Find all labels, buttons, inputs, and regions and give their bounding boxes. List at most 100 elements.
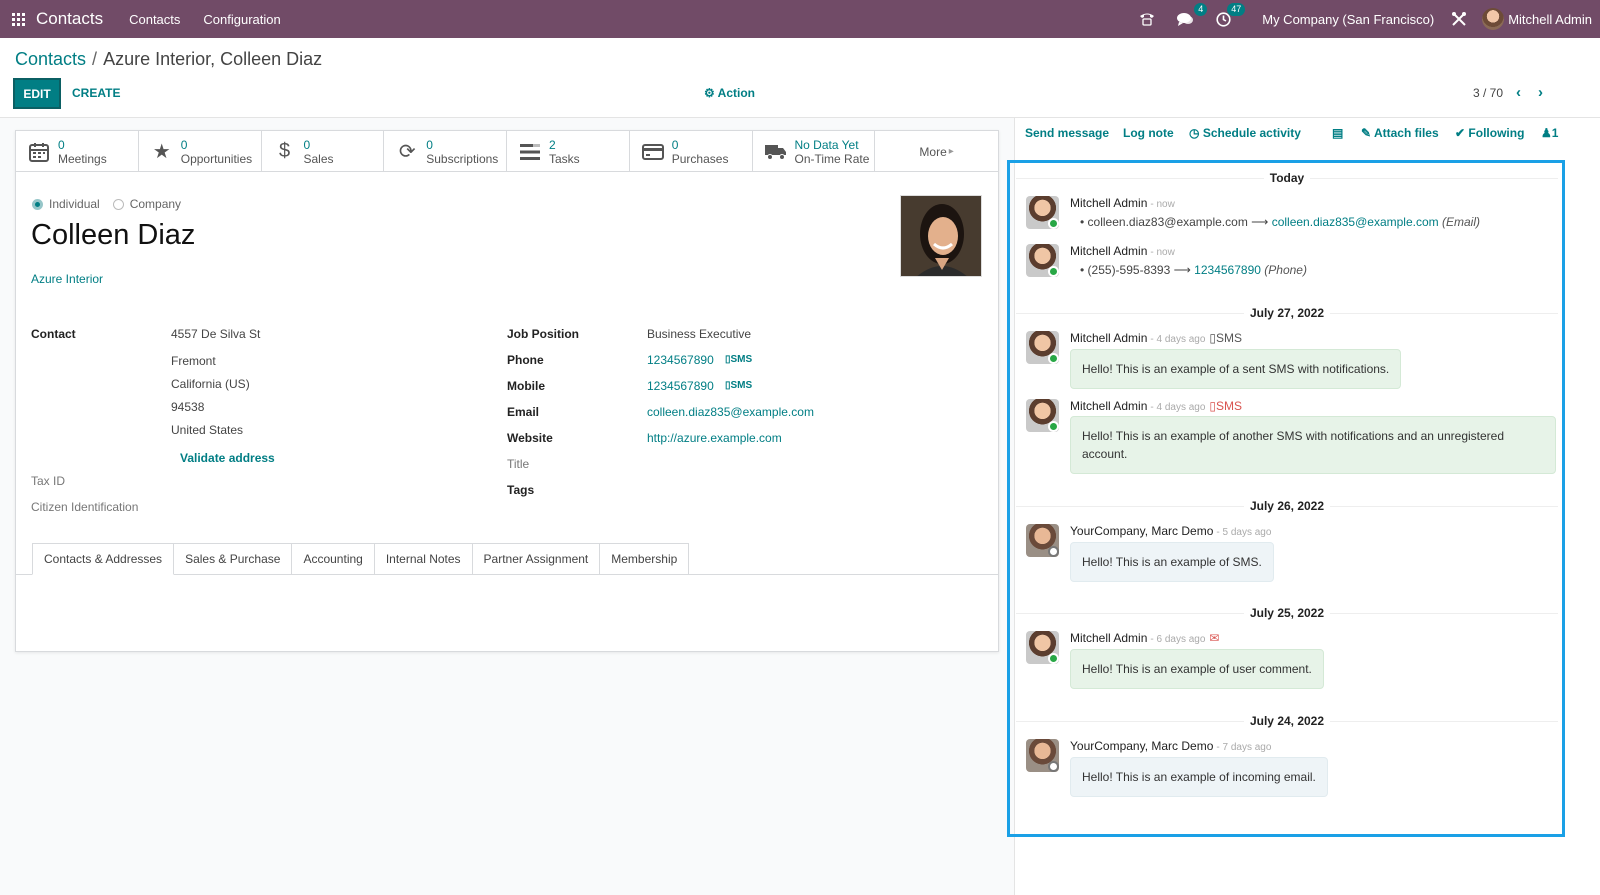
tab-sales-purchase[interactable]: Sales & Purchase bbox=[174, 543, 293, 575]
menu-configuration[interactable]: Configuration bbox=[203, 12, 280, 27]
company-type-radio: Individual Company bbox=[32, 197, 181, 211]
user-menu[interactable]: Mitchell Admin bbox=[1482, 8, 1592, 30]
sales-count: 0 bbox=[303, 137, 311, 152]
arrow-right-icon: ⟶ bbox=[1251, 215, 1269, 229]
sms-error-icon[interactable]: ▯SMS bbox=[1209, 399, 1242, 413]
refresh-icon: ⟳ bbox=[398, 141, 416, 163]
purchases-count: 0 bbox=[671, 137, 679, 152]
date-separator: July 26, 2022 bbox=[1016, 499, 1558, 513]
attach-files-button[interactable]: ✎ Attach files bbox=[1361, 126, 1439, 140]
smart-button-tasks[interactable]: 2 Tasks bbox=[507, 131, 630, 172]
phone-label: Phone bbox=[507, 353, 544, 367]
date-separator: July 27, 2022 bbox=[1016, 306, 1558, 320]
menu-contacts[interactable]: Contacts bbox=[129, 12, 180, 27]
title-label: Title bbox=[507, 457, 530, 471]
followers-count: 1 bbox=[1551, 126, 1559, 140]
clock-icon: ◷ bbox=[1189, 126, 1200, 140]
pager-next-icon[interactable]: › bbox=[1538, 84, 1543, 101]
tab-accounting[interactable]: Accounting bbox=[292, 543, 375, 575]
dollar-icon: $ bbox=[278, 140, 291, 162]
calendar-icon bbox=[28, 141, 50, 163]
tab-contacts-addresses[interactable]: Contacts & Addresses bbox=[32, 543, 175, 575]
credit-card-icon bbox=[641, 141, 664, 163]
job-position-field[interactable]: Business Executive bbox=[647, 327, 751, 341]
tab-membership[interactable]: Membership bbox=[600, 543, 690, 575]
tracking-value: • colleen.diaz83@example.com ⟶ colleen.d… bbox=[1080, 215, 1480, 229]
radio-company-label: Company bbox=[129, 197, 182, 211]
create-button[interactable]: CREATE bbox=[72, 86, 120, 100]
arrow-right-icon: ⟶ bbox=[1173, 263, 1191, 277]
action-label: Action bbox=[717, 86, 755, 100]
following-button[interactable]: ✔ Following bbox=[1455, 126, 1524, 140]
log-note-button[interactable]: Log note bbox=[1123, 126, 1174, 140]
book-icon[interactable]: ▤ bbox=[1332, 126, 1343, 140]
ontime-rate-value: No Data Yet bbox=[794, 137, 859, 152]
phone-icon[interactable] bbox=[1138, 10, 1156, 28]
smart-button-sales[interactable]: $ 0 Sales bbox=[262, 131, 385, 172]
company-switcher[interactable]: My Company (San Francisco) bbox=[1262, 12, 1434, 27]
tasks-label: Tasks bbox=[549, 151, 580, 166]
street-field[interactable]: 4557 De Silva St bbox=[171, 327, 260, 341]
attach-files-label: Attach files bbox=[1373, 126, 1439, 140]
edit-button[interactable]: EDIT bbox=[13, 78, 61, 109]
opportunities-label: Opportunities bbox=[180, 151, 253, 166]
radio-company[interactable] bbox=[112, 198, 124, 210]
apps-menu-icon[interactable] bbox=[0, 0, 36, 38]
phone-field[interactable]: 1234567890 bbox=[647, 353, 714, 367]
followers-button[interactable]: ♟1 bbox=[1541, 126, 1558, 140]
phone-sms-button[interactable]: ▯SMS bbox=[725, 354, 752, 365]
radio-individual[interactable] bbox=[32, 198, 43, 210]
breadcrumb-separator: / bbox=[92, 49, 98, 69]
more-button[interactable]: More ▸ bbox=[875, 131, 998, 172]
mobile-field[interactable]: 1234567890 bbox=[647, 379, 714, 393]
breadcrumb-current: Azure Interior, Colleen Diaz bbox=[103, 49, 323, 69]
activity-clock-icon[interactable]: 47 bbox=[1214, 3, 1246, 28]
offline-status-icon bbox=[1048, 761, 1059, 772]
email-field[interactable]: colleen.diaz835@example.com bbox=[647, 405, 814, 419]
top-navbar: Contacts Contacts Configuration 4 47 My … bbox=[0, 0, 1600, 38]
smart-button-purchases[interactable]: 0 Purchases bbox=[630, 131, 753, 172]
tab-partner-assignment[interactable]: Partner Assignment bbox=[472, 543, 601, 575]
star-icon: ★ bbox=[152, 141, 171, 163]
send-message-button[interactable]: Send message bbox=[1025, 126, 1109, 140]
sms-status-icon[interactable]: ▯SMS bbox=[1209, 331, 1242, 345]
chatter-topbar: Send message Log note ◷ Schedule activit… bbox=[1025, 126, 1585, 144]
tab-internal-notes[interactable]: Internal Notes bbox=[374, 543, 473, 575]
breadcrumb-contacts-link[interactable]: Contacts bbox=[15, 49, 86, 69]
pager-previous-icon[interactable]: ‹ bbox=[1516, 84, 1521, 101]
offline-status-icon bbox=[1048, 546, 1059, 557]
date-separator: Today bbox=[1016, 171, 1558, 185]
pager-value[interactable]: 3 / 70 bbox=[1473, 86, 1503, 100]
partner-name[interactable]: Colleen Diaz bbox=[31, 219, 195, 252]
parent-company-link[interactable]: Azure Interior bbox=[31, 272, 103, 286]
online-status-icon bbox=[1048, 421, 1059, 432]
state-field[interactable]: California (US) bbox=[171, 377, 250, 391]
envelope-icon[interactable]: ✉ bbox=[1209, 631, 1219, 645]
app-name[interactable]: Contacts bbox=[36, 9, 103, 29]
smart-button-opportunities[interactable]: ★ 0 Opportunities bbox=[139, 131, 262, 172]
message-author: Mitchell Admin - 6 days ago ✉ bbox=[1070, 631, 1220, 645]
message-body: Hello! This is an example of another SMS… bbox=[1070, 416, 1556, 474]
city-field[interactable]: Fremont bbox=[171, 354, 216, 368]
debug-tools-icon[interactable] bbox=[1450, 10, 1468, 28]
chat-badge: 4 bbox=[1194, 3, 1208, 16]
mobile-sms-button[interactable]: ▯SMS bbox=[725, 380, 752, 391]
zip-field[interactable]: 94538 bbox=[171, 400, 204, 414]
mobile-sms-label: SMS bbox=[730, 380, 753, 391]
smart-button-ontime-rate[interactable]: No Data Yet On-Time Rate bbox=[753, 131, 876, 172]
online-status-icon bbox=[1048, 653, 1059, 664]
schedule-activity-button[interactable]: ◷ Schedule activity bbox=[1189, 126, 1301, 140]
following-label: Following bbox=[1468, 126, 1525, 140]
website-field[interactable]: http://azure.example.com bbox=[647, 431, 782, 445]
meetings-label: Meetings bbox=[58, 151, 107, 166]
message-author: YourCompany, Marc Demo - 7 days ago bbox=[1070, 739, 1272, 753]
chat-icon[interactable]: 4 bbox=[1176, 3, 1208, 28]
validate-address-button[interactable]: Validate address bbox=[180, 451, 275, 465]
subscriptions-count: 0 bbox=[426, 137, 433, 152]
smart-button-meetings[interactable]: 0 Meetings bbox=[16, 131, 139, 172]
smart-button-subscriptions[interactable]: ⟳ 0 Subscriptions bbox=[384, 131, 507, 172]
action-menu-button[interactable]: ⚙ Action bbox=[704, 86, 755, 100]
message-author: YourCompany, Marc Demo - 5 days ago bbox=[1070, 524, 1272, 538]
country-field[interactable]: United States bbox=[171, 423, 243, 437]
partner-photo[interactable] bbox=[900, 195, 982, 277]
